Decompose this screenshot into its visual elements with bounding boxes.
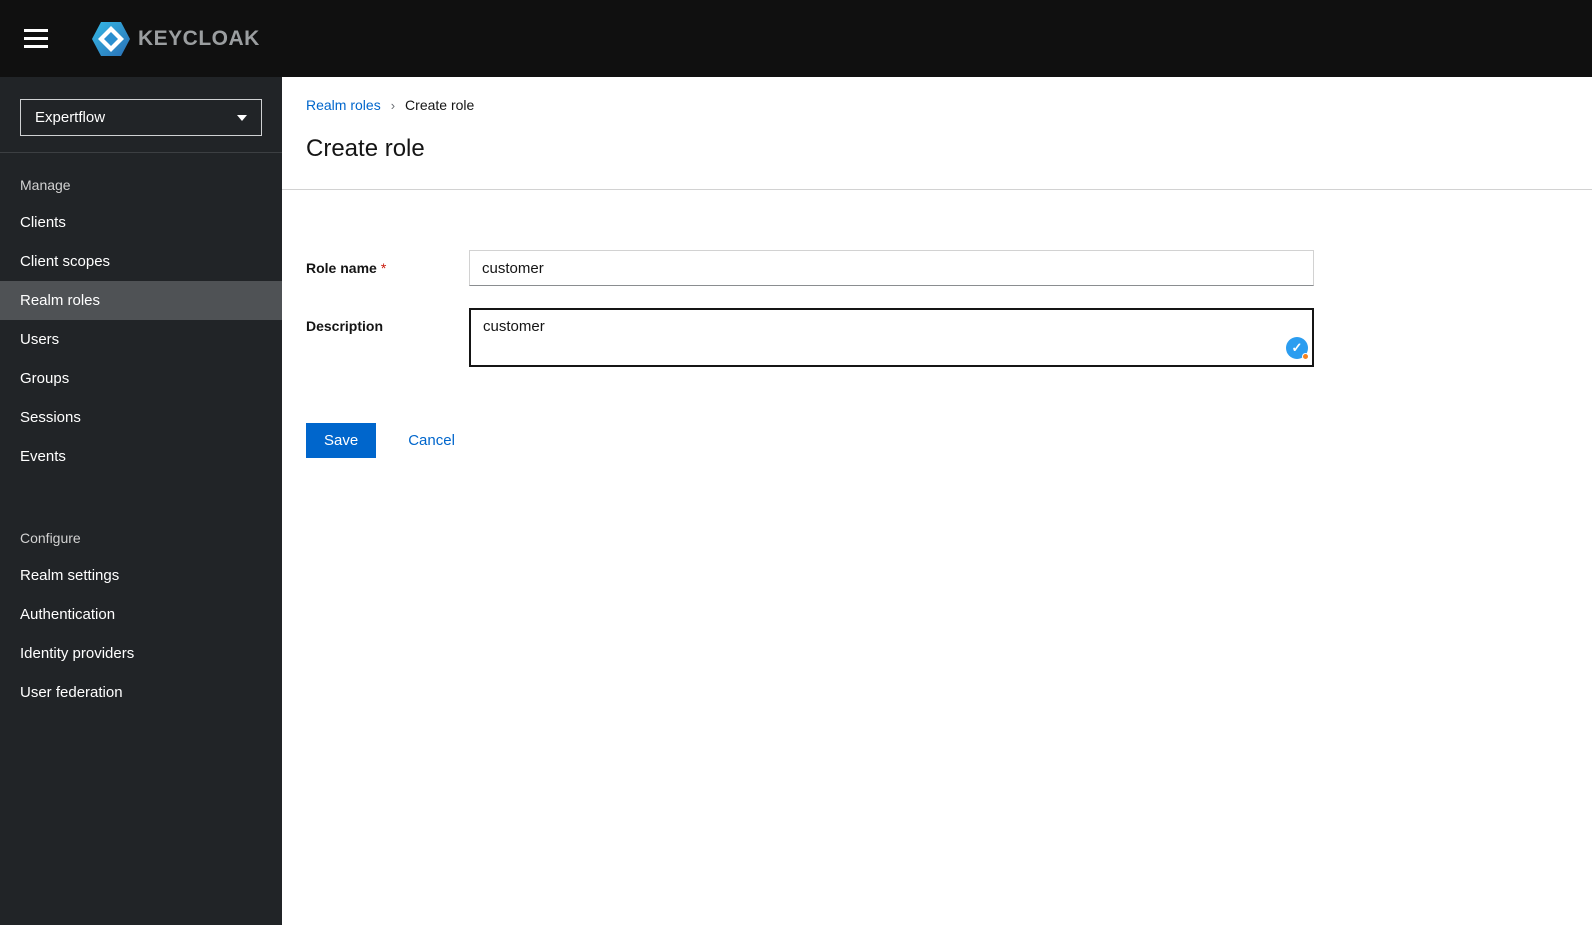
breadcrumb-current: Create role	[405, 97, 475, 113]
sidebar-item-users[interactable]: Users	[0, 320, 282, 359]
sidebar-item-client-scopes[interactable]: Client scopes	[0, 242, 282, 281]
page-header: Realm roles › Create role Create role	[282, 77, 1592, 189]
create-role-form: Role name* Description	[282, 190, 1592, 458]
sidebar-item-identity-providers[interactable]: Identity providers	[0, 634, 282, 673]
sidebar-item-authentication[interactable]: Authentication	[0, 595, 282, 634]
keycloak-admin-console: KEYCLOAK Expertflow Manage Clients Clien…	[0, 0, 1592, 925]
role-name-input[interactable]	[469, 250, 1314, 286]
cancel-link[interactable]: Cancel	[408, 432, 455, 449]
description-row: Description	[306, 308, 1568, 367]
sidebar-item-groups[interactable]: Groups	[0, 359, 282, 398]
keycloak-logo-icon	[92, 21, 130, 56]
role-name-row: Role name *	[306, 250, 1568, 286]
nav-group-manage: Manage Clients Client scopes Realm roles…	[0, 153, 282, 476]
grammarly-notification-dot	[1302, 353, 1309, 360]
main-content: Realm roles › Create role Create role Ro…	[282, 77, 1592, 925]
realm-selector[interactable]: Expertflow	[20, 99, 262, 136]
nav-group-title: Manage	[20, 177, 71, 193]
role-name-label: Role name *	[306, 250, 469, 286]
realm-selector-value: Expertflow	[35, 109, 106, 126]
sidebar-item-clients[interactable]: Clients	[0, 203, 282, 242]
required-asterisk: *	[380, 260, 387, 276]
menu-toggle-button[interactable]	[24, 19, 64, 59]
realm-selector-block: Expertflow	[0, 77, 282, 153]
keycloak-logo[interactable]: KEYCLOAK	[90, 19, 260, 59]
page-title: Create role	[306, 135, 425, 162]
hamburger-bar	[24, 29, 48, 32]
sidebar-item-sessions[interactable]: Sessions	[0, 398, 282, 437]
brand-text: KEYCLOAK	[138, 26, 260, 50]
sidebar-item-realm-roles[interactable]: Realm roles	[0, 281, 282, 320]
sidebar-item-user-federation[interactable]: User federation	[0, 673, 282, 712]
description-label: Description	[306, 318, 384, 334]
description-control	[469, 308, 1314, 367]
sidebar: Expertflow Manage Clients Client scopes …	[0, 77, 282, 925]
description-textarea[interactable]	[469, 308, 1314, 367]
nav-group-configure: Configure Realm settings Authentication …	[0, 506, 282, 712]
masthead: KEYCLOAK	[0, 0, 1592, 77]
breadcrumb: Realm roles › Create role	[306, 97, 1568, 113]
nav-group-title: Configure	[20, 530, 81, 546]
form-actions: Save Cancel	[306, 423, 1568, 458]
breadcrumb-separator-icon: ›	[390, 97, 396, 113]
hamburger-bar	[24, 45, 48, 48]
role-name-label-text: Role name	[306, 260, 377, 276]
breadcrumb-realm-roles-link[interactable]: Realm roles	[306, 97, 381, 113]
role-name-control	[469, 250, 1314, 286]
sidebar-item-events[interactable]: Events	[0, 437, 282, 476]
save-button[interactable]: Save	[306, 423, 377, 458]
hamburger-bar	[24, 37, 48, 40]
grammarly-check-icon[interactable]	[1286, 337, 1309, 360]
sidebar-item-realm-settings[interactable]: Realm settings	[0, 556, 282, 595]
chevron-down-icon	[237, 114, 247, 121]
